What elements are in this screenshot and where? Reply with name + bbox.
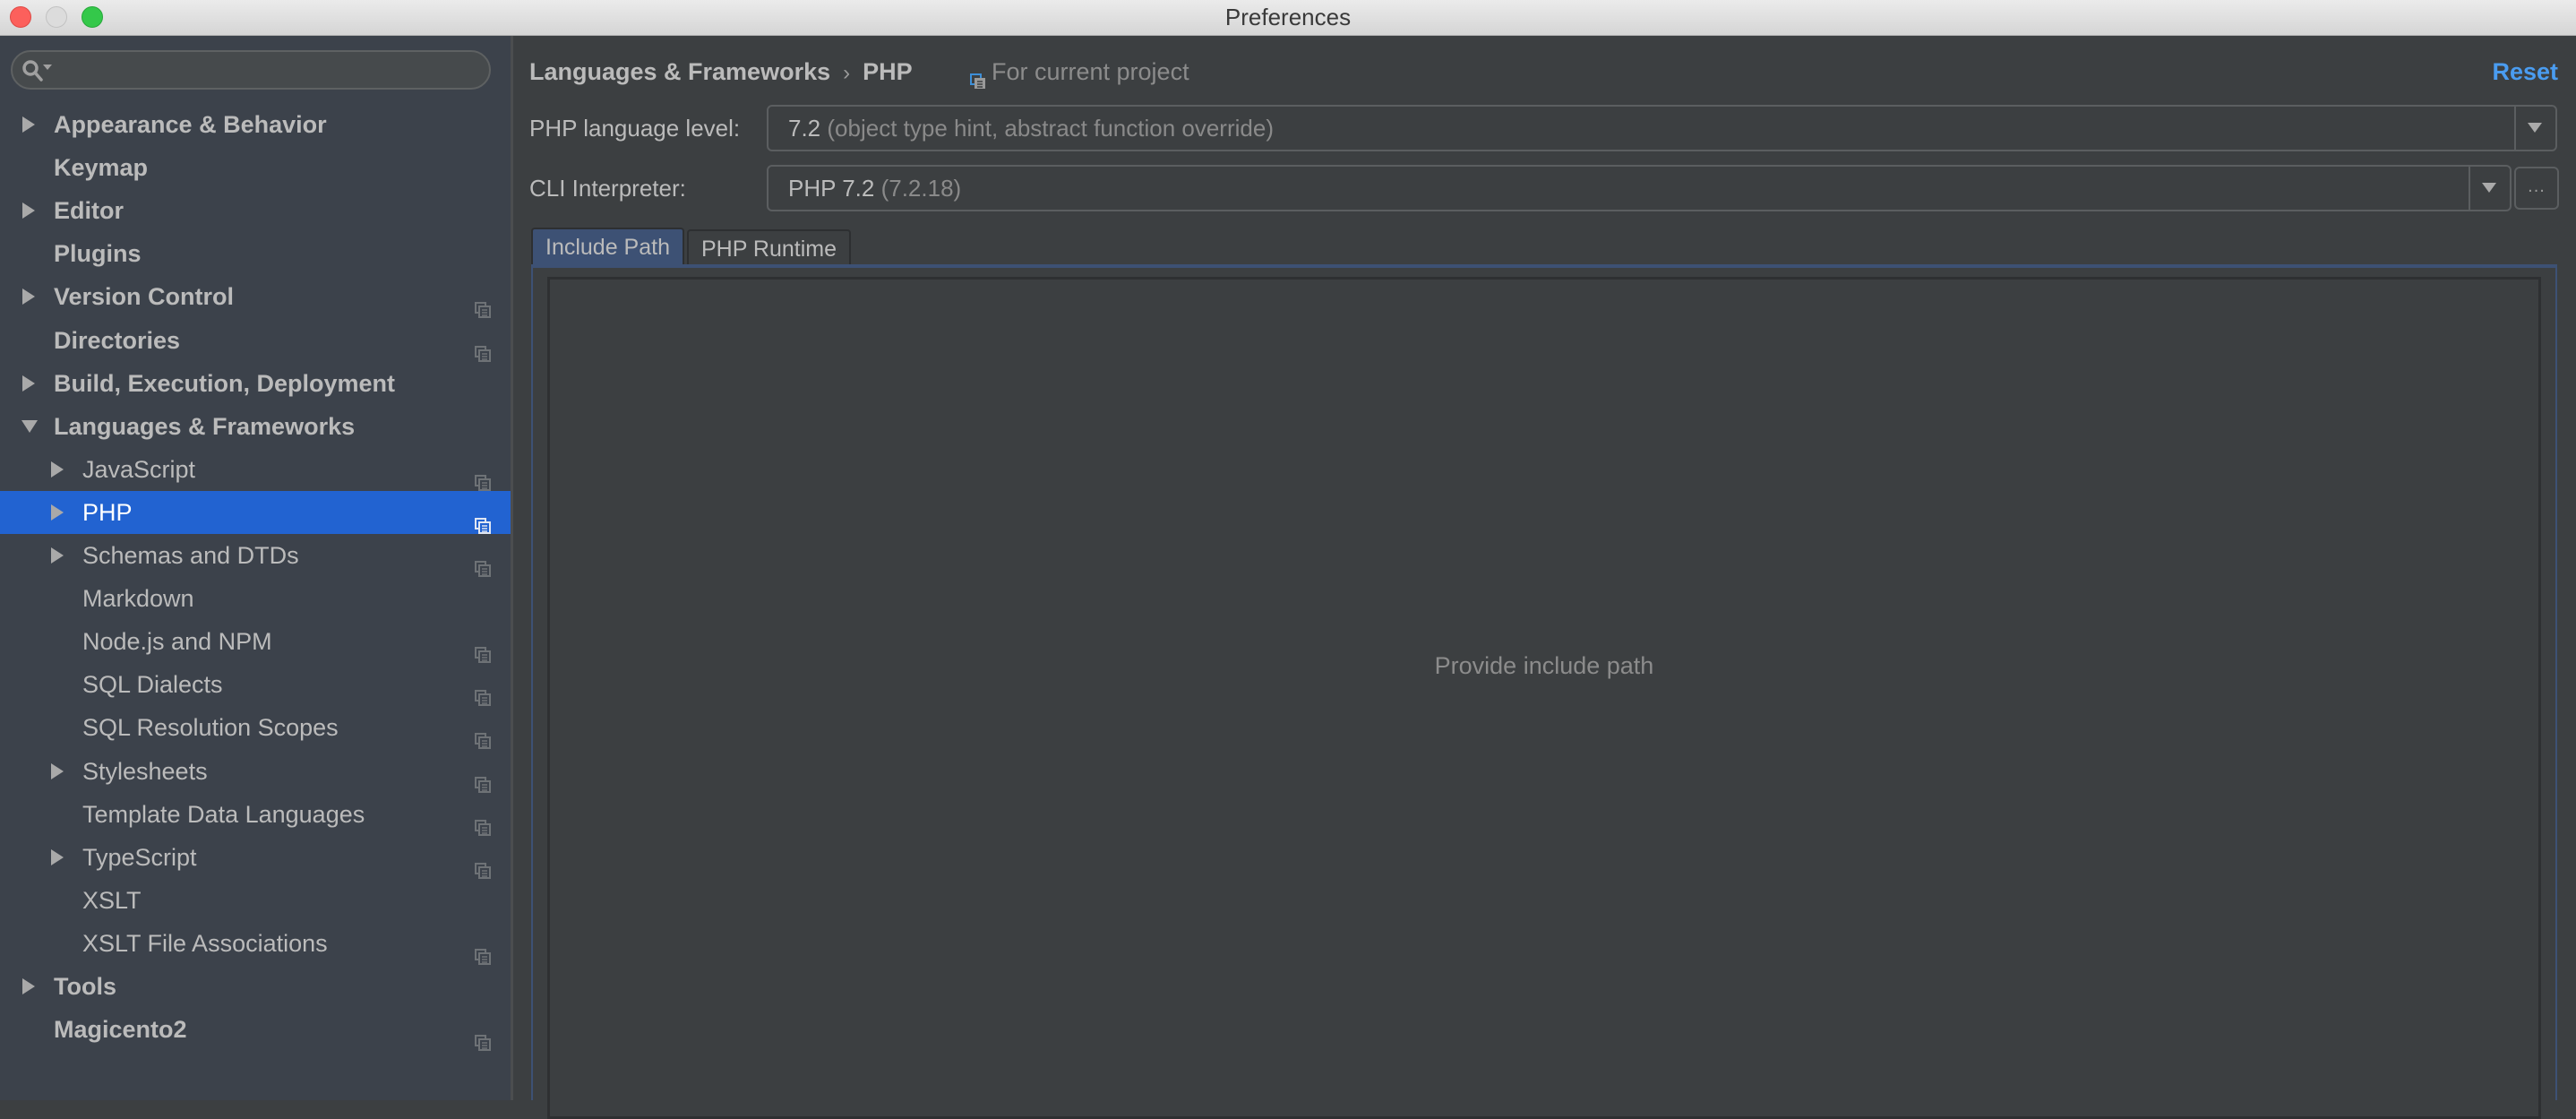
sidebar-item-xslt[interactable]: XSLT [0,879,511,922]
chevron-right-icon[interactable] [50,750,68,793]
sidebar-item-build-execution-deployment[interactable]: Build, Execution, Deployment [0,362,511,405]
sidebar-item-label: SQL Dialects [82,671,223,699]
chevron-down-icon [2528,123,2542,133]
include-path-list[interactable]: Provide include path [547,277,2541,1119]
chevron-right-icon[interactable] [50,491,68,534]
sidebar-item-javascript[interactable]: JavaScript [0,448,511,491]
empty-list-text: Provide include path [1434,652,1654,679]
project-scope-icon [475,633,491,664]
project-scope-icon [475,849,491,879]
language-level-dropdown-arrow[interactable] [2514,107,2555,150]
sidebar-item-label: JavaScript [82,455,196,483]
breadcrumb-separator: › [843,61,851,85]
sidebar-item-schemas-and-dtds[interactable]: Schemas and DTDs [0,534,511,577]
sidebar-item-node-js-and-npm[interactable]: Node.js and NPM [0,620,511,664]
breadcrumb-item: Languages & Frameworks [529,58,831,85]
cli-interpreter-value: PHP 7.2 (7.2.18) [788,175,962,202]
project-scope-icon [475,935,491,965]
settings-search-field[interactable] [11,50,491,90]
sidebar-item-label: TypeScript [82,843,197,871]
project-scope-icon [970,64,986,89]
chevron-right-icon[interactable] [21,103,39,146]
sidebar-item-label: Node.js and NPM [82,628,272,656]
sidebar-item-label: Languages & Frameworks [54,412,356,440]
project-scope-icon [475,719,491,750]
sidebar-item-xslt-file-associations[interactable]: XSLT File Associations [0,922,511,965]
sidebar-item-label: Appearance & Behavior [54,111,327,138]
breadcrumb-item: PHP [863,58,913,85]
sidebar-item-label: Build, Execution, Deployment [54,369,396,397]
sidebar-item-typescript[interactable]: TypeScript [0,836,511,879]
chevron-down-icon [2482,183,2496,193]
sidebar-item-label: Magicento2 [54,1016,187,1044]
sidebar-item-label: Tools [54,973,116,1000]
sidebar-item-label: XSLT File Associations [82,929,328,957]
sidebar-item-sql-resolution-scopes[interactable]: SQL Resolution Scopes [0,706,511,750]
sidebar-item-label: Markdown [82,585,194,613]
project-scope-icon [475,332,491,362]
sidebar-item-plugins[interactable]: Plugins [0,232,511,275]
cli-interpreter-dropdown[interactable]: PHP 7.2 (7.2.18) [767,165,2512,211]
chevron-right-icon[interactable] [21,189,39,232]
chevron-right-icon[interactable] [50,534,68,577]
chevron-down-icon[interactable] [21,405,39,448]
language-level-value: 7.2 (object type hint, abstract function… [788,115,1274,142]
chevron-right-icon[interactable] [21,362,39,405]
project-scope-icon [475,806,491,836]
chevron-right-icon[interactable] [21,965,39,1008]
project-scope-icon [475,461,491,491]
sidebar-item-label: Directories [54,326,181,354]
sidebar-item-markdown[interactable]: Markdown [0,577,511,620]
project-scope-icon [475,1021,491,1052]
sidebar-item-editor[interactable]: Editor [0,189,511,232]
sidebar-item-label: Editor [54,197,124,225]
project-scope-icon [475,676,491,707]
title-bar: Preferences [0,0,2576,36]
sidebar-item-stylesheets[interactable]: Stylesheets [0,750,511,793]
scope-label: For current project [992,58,1189,85]
sidebar-item-php[interactable]: PHP [0,490,511,534]
chevron-right-icon[interactable] [50,836,68,879]
scope-indicator: For current project [970,54,1189,90]
sidebar-item-appearance-behavior[interactable]: Appearance & Behavior [0,103,511,146]
cli-interpreter-label: CLI Interpreter: [529,175,686,202]
sidebar-item-keymap[interactable]: Keymap [0,146,511,189]
language-level-label: PHP language level: [529,115,741,142]
chevron-right-icon[interactable] [21,275,39,318]
sidebar-item-label: XSLT [82,886,142,914]
chevron-right-icon[interactable] [50,448,68,491]
tab-strip [531,264,2557,268]
sidebar-item-label: Plugins [54,240,142,268]
settings-content: Languages & Frameworks › PHP For current p… [513,36,2576,1119]
sidebar-item-label: Keymap [54,154,149,182]
language-level-dropdown[interactable]: 7.2 (object type hint, abstract function… [767,105,2557,151]
settings-sidebar: Appearance & Behavior Keymap Editor Plugins… [0,36,511,1100]
sidebar-item-label: Schemas and DTDs [82,542,299,569]
tab-include-path[interactable]: Include Path [531,228,684,264]
sidebar-item-label: Stylesheets [82,757,208,785]
sidebar-item-template-data-languages[interactable]: Template Data Languages [0,793,511,836]
sidebar-item-version-control[interactable]: Version Control [0,275,511,319]
window-title: Preferences [1224,4,1352,30]
sidebar-item-label: SQL Resolution Scopes [82,714,339,742]
project-scope-icon [475,547,491,577]
sidebar-item-magicento2[interactable]: Magicento2 [0,1008,511,1052]
sidebar-item-tools[interactable]: Tools [0,965,511,1008]
project-scope-icon [475,504,491,534]
sidebar-item-directories[interactable]: Directories [0,319,511,362]
sidebar-item-label: Version Control [54,283,235,311]
project-scope-icon [475,288,491,319]
project-scope-icon [475,763,491,793]
sidebar-item-label: PHP [82,498,133,526]
reset-link[interactable]: Reset [2492,54,2558,90]
sidebar-item-sql-dialects[interactable]: SQL Dialects [0,663,511,707]
cli-interpreter-more-button[interactable]: ... [2514,167,2559,210]
tab-php-runtime[interactable]: PHP Runtime [687,229,851,264]
sidebar-item-languages-frameworks[interactable]: Languages & Frameworks [0,405,511,448]
search-icon[interactable] [21,59,54,82]
search-input[interactable] [59,56,471,86]
breadcrumb: Languages & Frameworks › PHP [529,54,913,90]
sidebar-item-label: Template Data Languages [82,800,365,828]
cli-interpreter-dropdown-arrow[interactable] [2469,167,2510,210]
